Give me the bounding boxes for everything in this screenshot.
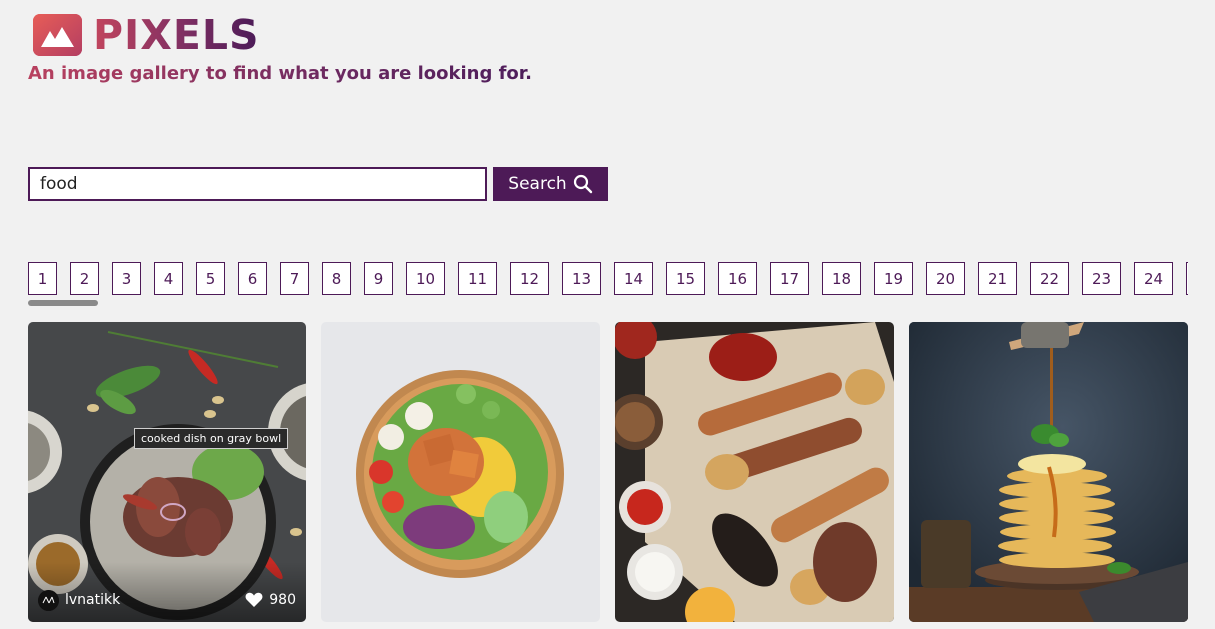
- page-button-3[interactable]: 3: [112, 262, 141, 295]
- search-button[interactable]: Search: [493, 167, 608, 201]
- heart-icon: [245, 592, 263, 607]
- card-footer: lvnatikk 980: [38, 588, 296, 612]
- page-button-20[interactable]: 20: [926, 262, 965, 295]
- gallery-image-2[interactable]: [321, 322, 600, 622]
- page-button-24[interactable]: 24: [1134, 262, 1173, 295]
- brand-logo[interactable]: PIXELS: [33, 12, 260, 58]
- gallery-card-2[interactable]: [321, 322, 600, 622]
- gallery-image-3[interactable]: [615, 322, 894, 622]
- avatar: [38, 589, 59, 611]
- pagination-scrollbar[interactable]: [28, 300, 98, 306]
- page-button-11[interactable]: 11: [458, 262, 497, 295]
- page-button-18[interactable]: 18: [822, 262, 861, 295]
- gallery-image-4[interactable]: [909, 322, 1188, 622]
- page-button-15[interactable]: 15: [666, 262, 705, 295]
- page-button-6[interactable]: 6: [238, 262, 267, 295]
- page-button-12[interactable]: 12: [510, 262, 549, 295]
- page-button-13[interactable]: 13: [562, 262, 601, 295]
- gallery-card-3[interactable]: [615, 322, 894, 622]
- like-count[interactable]: 980: [245, 592, 296, 608]
- page-button-23[interactable]: 23: [1082, 262, 1121, 295]
- page-button-5[interactable]: 5: [196, 262, 225, 295]
- page-button-19[interactable]: 19: [874, 262, 913, 295]
- page-button-22[interactable]: 22: [1030, 262, 1069, 295]
- page-button-7[interactable]: 7: [280, 262, 309, 295]
- search-icon: [573, 174, 592, 194]
- page-button-2[interactable]: 2: [70, 262, 99, 295]
- page-button-17[interactable]: 17: [770, 262, 809, 295]
- page-button-16[interactable]: 16: [718, 262, 757, 295]
- mountain-logo-icon: [33, 14, 82, 56]
- search-button-label: Search: [508, 174, 567, 194]
- brand-tagline: An image gallery to find what you are lo…: [28, 63, 532, 84]
- page-button-8[interactable]: 8: [322, 262, 351, 295]
- page-button-14[interactable]: 14: [614, 262, 653, 295]
- search-input[interactable]: [28, 167, 487, 201]
- gallery-image-1[interactable]: [28, 322, 306, 622]
- image-tooltip: cooked dish on gray bowl: [134, 428, 289, 449]
- pagination: 1234567891011121314151617181920212223242…: [28, 262, 1188, 296]
- gallery-card-1[interactable]: [28, 322, 306, 622]
- page-button-9[interactable]: 9: [364, 262, 393, 295]
- pagination-track: 1234567891011121314151617181920212223242…: [28, 262, 1188, 295]
- page-button-25[interactable]: 25: [1186, 262, 1188, 295]
- gallery-card-4[interactable]: [909, 322, 1188, 622]
- page-button-4[interactable]: 4: [154, 262, 183, 295]
- likes-value: 980: [269, 592, 296, 608]
- page-button-10[interactable]: 10: [406, 262, 445, 295]
- brand-name: PIXELS: [93, 11, 260, 59]
- card-author[interactable]: lvnatikk: [38, 589, 121, 611]
- author-name: lvnatikk: [65, 592, 121, 608]
- page-button-1[interactable]: 1: [28, 262, 57, 295]
- page-button-21[interactable]: 21: [978, 262, 1017, 295]
